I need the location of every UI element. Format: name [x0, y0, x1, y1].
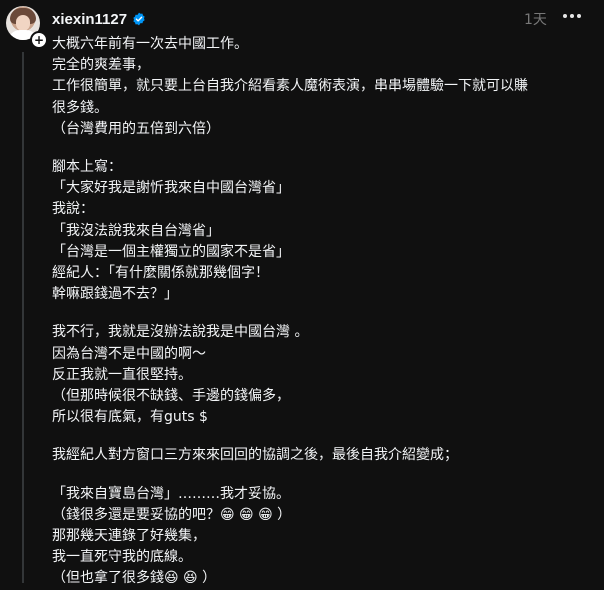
- follow-plus-icon[interactable]: +: [30, 31, 48, 49]
- body-line: 我說：: [52, 201, 94, 218]
- body-line: 工作很簡單，就只要上台自我介紹看素人魔術表演，串串場體驗一下就可以賺: [52, 78, 528, 95]
- body-line: 很多錢。: [52, 99, 108, 116]
- avatar[interactable]: +: [6, 6, 48, 49]
- post-header: xiexin1127: [52, 9, 146, 29]
- body-line: 完全的爽差事，: [52, 57, 150, 74]
- body-line: 「大家好我是謝忻我來自中國台灣省」: [52, 180, 290, 197]
- more-dot-icon: [563, 14, 567, 18]
- username[interactable]: xiexin1127: [52, 11, 127, 28]
- body-line: 反正我就一直很堅持。: [52, 366, 192, 383]
- body-line: 我經紀人對方窗口三方來來回回的協調之後，最後自我介紹變成；: [52, 447, 458, 464]
- body-line: 大概六年前有一次去中國工作。: [52, 36, 248, 52]
- body-line: 經紀人：「有什麼關係就那幾個字！: [52, 265, 269, 282]
- body-line: 「台灣是一個主權獨立的國家不是省」: [52, 243, 290, 260]
- body-line: 我一直死守我的底線。: [52, 549, 192, 566]
- more-options-button[interactable]: [560, 4, 584, 28]
- verified-badge-icon: [133, 12, 145, 26]
- post-timestamp[interactable]: 1天: [524, 9, 547, 29]
- body-line: 幹嘛跟錢過不去？」: [52, 286, 178, 303]
- body-line: （台灣費用的五倍到六倍）: [52, 120, 220, 137]
- body-line: 那那幾天連錄了好幾集，: [52, 528, 206, 545]
- more-dot-icon: [570, 14, 574, 18]
- more-dot-icon: [577, 14, 581, 18]
- body-line: （但那時候很不缺錢、手邊的錢偏多，: [52, 388, 290, 405]
- body-line: 「我來自寶島台灣」………我才妥協。: [52, 485, 290, 502]
- thread-post: + xiexin1127 1天 大概六年前有一次去中國工作。 完全的爽差事， 工…: [0, 0, 604, 586]
- body-line: （錢很多還是要妥協的吧？😁 😁 😁 ）: [52, 506, 292, 523]
- body-line: 我不行，我就是沒辦法說我是中國台灣 。: [52, 324, 309, 341]
- body-line: 「我沒法說我來自台灣省」: [52, 222, 220, 239]
- thread-line: [22, 52, 24, 583]
- body-line: 腳本上寫：: [52, 159, 122, 176]
- body-line: 因為台灣不是中國的啊～: [52, 345, 206, 362]
- body-line: （但也拿了很多錢😆 😆 ）: [52, 570, 217, 587]
- post-body: 大概六年前有一次去中國工作。 完全的爽差事， 工作很簡單，就只要上台自我介紹看素…: [52, 34, 592, 590]
- body-line: 所以很有底氣，有guts $: [52, 409, 208, 426]
